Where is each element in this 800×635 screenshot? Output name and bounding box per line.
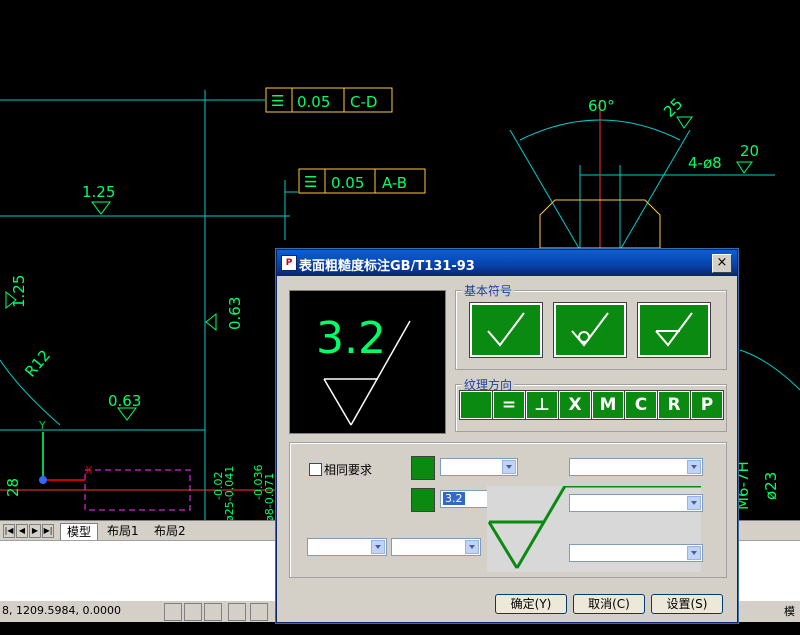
tab-layout2[interactable]: 布局2 (148, 523, 192, 539)
first-tab-icon[interactable]: |◀ (3, 524, 15, 538)
fcf2-datum: A-B (382, 174, 407, 192)
dim-23: ø23 (762, 472, 780, 500)
chevron-down-icon[interactable] (502, 460, 516, 474)
texture-p-button[interactable]: P (690, 390, 724, 420)
close-button[interactable]: × (712, 254, 732, 273)
texture-m-button[interactable]: M (591, 390, 625, 420)
dim-28: 28 (4, 478, 22, 497)
texture-r-button[interactable]: R (657, 390, 691, 420)
status-model-label[interactable]: 模型 (784, 603, 800, 635)
cancel-button[interactable]: 取消(C) (573, 594, 645, 614)
rough-label-3: 1.25 (10, 275, 28, 308)
preview-value: 3.2 (316, 313, 386, 364)
coordinate-readout: 8, 1209.5984, 0.0000 (2, 604, 121, 617)
rough-label-1: 1.25 (82, 183, 115, 201)
bottom-right-combo[interactable] (569, 544, 703, 562)
symbol-value-button[interactable] (411, 488, 435, 512)
roughness-dialog: P 表面粗糙度标注GB/T131-93 × 3.2 基本符号 纹理方向 = ⊥ … (276, 249, 738, 623)
chevron-down-icon[interactable] (465, 540, 479, 554)
symbol-top-button[interactable] (411, 456, 435, 480)
left-combo-2[interactable] (391, 538, 481, 556)
fcf1-symbol: ☰ (271, 92, 284, 110)
texture-direction-group: 纹理方向 = ⊥ X M C R P (455, 376, 727, 432)
symbol-preview: 3.2 (289, 290, 446, 434)
app-icon: P (281, 255, 297, 271)
radius-label: R12 (21, 346, 54, 380)
texture-crossed-button[interactable]: X (558, 390, 592, 420)
ortho-icon[interactable] (204, 603, 222, 621)
texture-parallel-button[interactable]: = (492, 390, 526, 420)
next-tab-icon[interactable]: ▶ (29, 524, 41, 538)
rough-label-4: 0.63 (226, 297, 244, 330)
chevron-down-icon[interactable] (687, 460, 701, 474)
settings-button[interactable]: 设置(S) (651, 594, 723, 614)
tol-lower-2: ø8-0.071 (263, 473, 276, 522)
snap-icon[interactable] (164, 603, 182, 621)
last-tab-icon[interactable]: ▶| (42, 524, 54, 538)
dialog-titlebar[interactable]: P 表面粗糙度标注GB/T131-93 × (277, 250, 737, 276)
chevron-down-icon[interactable] (371, 540, 385, 554)
grid-icon[interactable] (184, 603, 202, 621)
basic-symbol-group: 基本符号 (455, 282, 727, 370)
axis-x-label: X (85, 464, 93, 477)
texture-perpendicular-button[interactable]: ⊥ (525, 390, 559, 420)
rough-label-2: 0.63 (108, 392, 141, 410)
rough-20-label: 20 (740, 142, 759, 160)
basic-symbol-label: 基本符号 (462, 282, 515, 299)
chevron-down-icon[interactable] (687, 496, 701, 510)
top-value-combo[interactable] (440, 458, 518, 476)
texture-c-button[interactable]: C (624, 390, 658, 420)
same-requirement-label: 相同要求 (324, 463, 373, 477)
top-right-combo[interactable] (569, 458, 703, 476)
polar-icon[interactable] (228, 603, 246, 621)
middle-right-combo[interactable] (569, 494, 703, 512)
tab-layout1[interactable]: 布局1 (101, 523, 145, 539)
symbol-basic-button[interactable] (469, 302, 543, 358)
axis-y-label: Y (38, 419, 46, 432)
roughness-value: 3.2 (443, 492, 465, 505)
fcf2-value: 0.05 (331, 174, 364, 192)
angle-label: 60° (588, 97, 615, 115)
prev-tab-icon[interactable]: ◀ (16, 524, 28, 538)
symbol-removal-button[interactable] (637, 302, 711, 358)
texture-none-button[interactable] (459, 390, 493, 420)
fcf1-value: 0.05 (297, 93, 330, 111)
tab-model[interactable]: 模型 (60, 523, 99, 540)
osnap-icon[interactable] (250, 603, 268, 621)
tol-lower-1: ø25-0.041 (223, 466, 236, 522)
fcf1-datum: C-D (350, 93, 377, 111)
holes-label: 4-ø8 (688, 154, 722, 172)
symbol-no-removal-button[interactable] (553, 302, 627, 358)
fcf2-symbol: ☰ (304, 173, 317, 191)
chevron-down-icon[interactable] (687, 546, 701, 560)
dialog-title: 表面粗糙度标注GB/T131-93 (299, 259, 475, 274)
left-combo-1[interactable] (307, 538, 387, 556)
same-requirement-checkbox[interactable] (309, 463, 322, 476)
ucs-icon: Y X (38, 419, 93, 484)
ok-button[interactable]: 确定(Y) (495, 594, 567, 614)
